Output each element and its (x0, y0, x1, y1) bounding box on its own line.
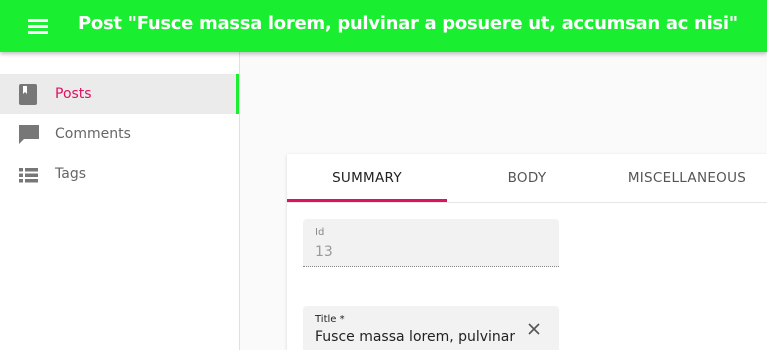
clear-icon[interactable] (527, 322, 541, 336)
title-input[interactable] (315, 329, 515, 345)
edit-form-card: SUMMARY BODY MISCELLANEOUS Id 13 Title * (287, 154, 767, 350)
book-icon (19, 84, 37, 105)
sidebar-item-label: Comments (55, 126, 131, 142)
tab-miscellaneous[interactable]: MISCELLANEOUS (607, 154, 767, 202)
comment-icon (19, 125, 39, 144)
tab-body[interactable]: BODY (447, 154, 607, 202)
sidebar-item-posts[interactable]: Posts (0, 74, 239, 114)
id-field: Id 13 (303, 219, 559, 267)
sidebar-item-label: Tags (55, 166, 86, 182)
tab-bar: SUMMARY BODY MISCELLANEOUS (287, 154, 767, 203)
sidebar-item-comments[interactable]: Comments (0, 114, 239, 154)
sidebar-item-tags[interactable]: Tags (0, 154, 239, 194)
tab-summary[interactable]: SUMMARY (287, 154, 447, 202)
menu-icon[interactable] (28, 17, 48, 35)
sidebar-item-label: Posts (55, 86, 92, 102)
app-bar: Post "Fusce massa lorem, pulvinar a posu… (0, 0, 767, 52)
title-field[interactable]: Title * (303, 306, 559, 350)
id-field-value: 13 (315, 244, 333, 260)
title-field-label: Title * (315, 314, 345, 325)
page-title: Post "Fusce massa lorem, pulvinar a posu… (78, 13, 738, 34)
id-field-label: Id (315, 227, 325, 238)
list-icon (19, 168, 38, 183)
active-tab-indicator (287, 199, 447, 202)
sidebar: Posts Comments Tags (0, 52, 240, 350)
